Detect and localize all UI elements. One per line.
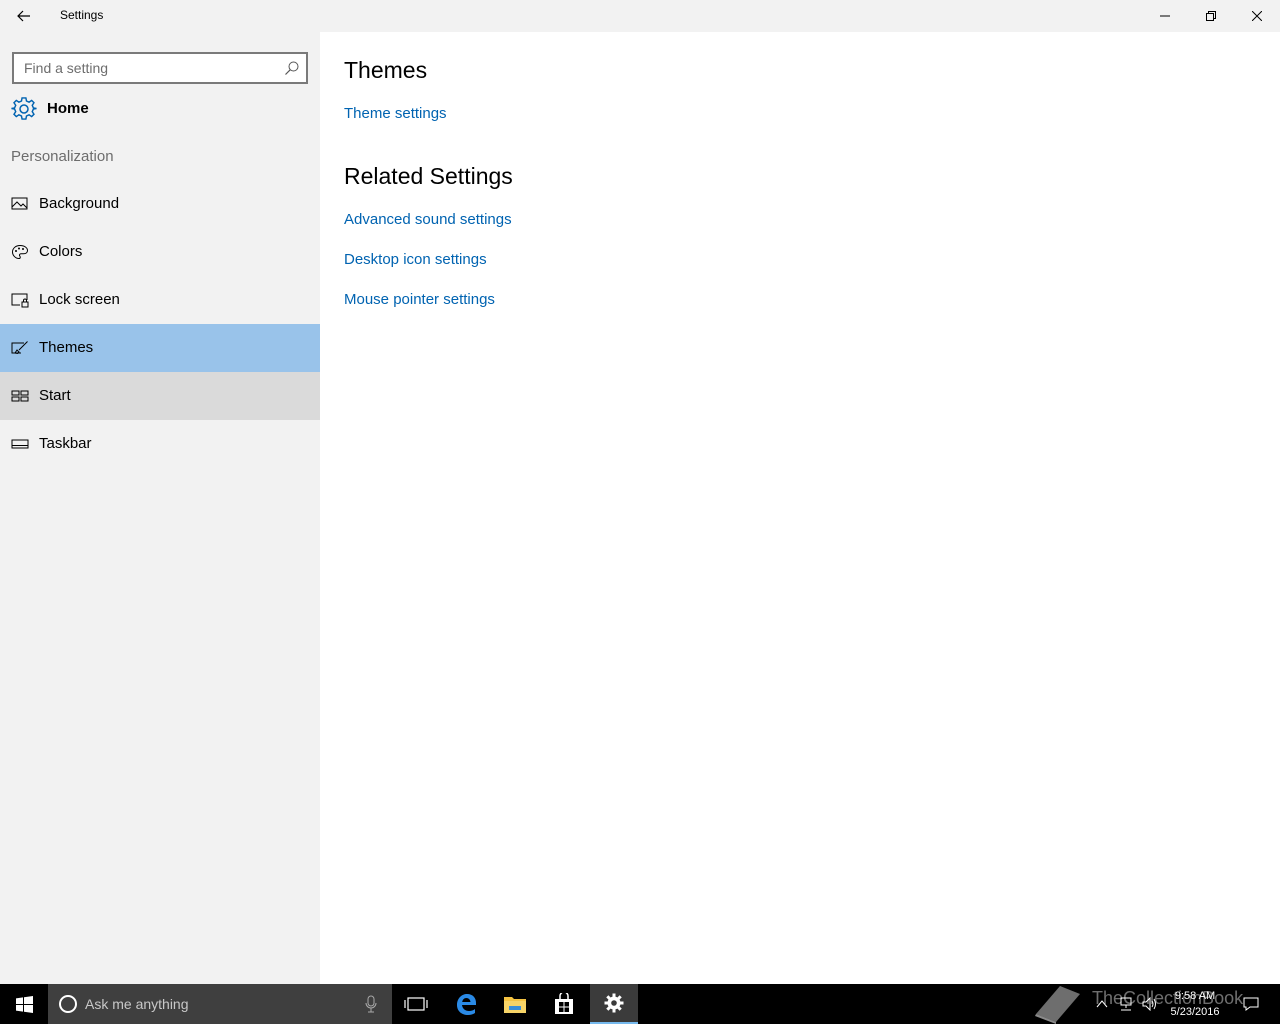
palette-icon — [11, 244, 29, 260]
theme-settings-link[interactable]: Theme settings — [344, 105, 447, 122]
clock[interactable]: 9:58 AM 5/23/2016 — [1158, 988, 1232, 1020]
store-icon — [555, 993, 573, 1014]
show-hidden-icons-button[interactable] — [1092, 984, 1112, 1024]
sidebar-item-background[interactable]: Background — [0, 180, 320, 228]
sidebar: Home Personalization Background Colors L… — [0, 32, 320, 984]
sidebar-item-label: Lock screen — [39, 291, 120, 308]
maximize-icon — [1206, 11, 1216, 21]
restore-button[interactable] — [1188, 0, 1234, 32]
edge-icon — [457, 994, 476, 1015]
task-view-button[interactable] — [392, 984, 440, 1024]
chevron-up-icon — [1096, 1000, 1108, 1008]
file-explorer-icon — [504, 997, 526, 1013]
sidebar-item-themes[interactable]: Themes — [0, 324, 320, 372]
store-button[interactable] — [540, 984, 588, 1024]
taskbar-icon — [11, 439, 29, 449]
task-view-icon — [404, 997, 428, 1011]
main-content: Themes Theme settings Related Settings A… — [320, 32, 1280, 984]
settings-icon — [604, 993, 624, 1013]
related-settings-heading: Related Settings — [344, 163, 513, 189]
sidebar-item-start[interactable]: Start — [0, 372, 320, 420]
lock-screen-icon — [11, 293, 29, 308]
settings-taskbar-button[interactable] — [590, 984, 638, 1024]
gear-icon — [11, 97, 37, 120]
section-title: Personalization — [11, 148, 114, 165]
notification-icon — [1243, 997, 1259, 1011]
start-tiles-icon — [11, 390, 29, 402]
network-icon — [1120, 997, 1132, 1011]
sidebar-item-label: Themes — [39, 339, 94, 356]
search-icon[interactable] — [284, 60, 300, 76]
sidebar-item-taskbar[interactable]: Taskbar — [0, 420, 320, 468]
volume-icon — [1142, 997, 1156, 1011]
desktop-icon-settings-link[interactable]: Desktop icon settings — [344, 251, 487, 268]
sidebar-item-label: Background — [39, 195, 120, 212]
window-title: Settings — [60, 8, 104, 22]
close-icon — [1252, 11, 1262, 21]
action-center-button[interactable] — [1238, 984, 1264, 1024]
file-explorer-button[interactable] — [491, 984, 539, 1024]
mouse-pointer-settings-link[interactable]: Mouse pointer settings — [344, 291, 495, 308]
clock-time: 9:58 AM — [1174, 990, 1216, 1002]
sidebar-item-lock-screen[interactable]: Lock screen — [0, 276, 320, 324]
home-link[interactable]: Home — [0, 90, 320, 130]
windows-logo-icon — [15, 995, 33, 1013]
search-input[interactable] — [14, 54, 276, 82]
taskbar: Ask me anything TheCollectionBook 9:58 A… — [0, 984, 1280, 1024]
sidebar-item-label: Start — [39, 387, 71, 404]
close-button[interactable] — [1234, 0, 1280, 32]
title-bar: Settings — [0, 0, 1280, 32]
microphone-icon[interactable] — [364, 995, 378, 1013]
back-button[interactable] — [0, 0, 48, 32]
sidebar-item-label: Taskbar — [39, 435, 92, 452]
themes-heading: Themes — [344, 57, 428, 83]
sidebar-item-colors[interactable]: Colors — [0, 228, 320, 276]
cortana-search-placeholder: Ask me anything — [85, 996, 189, 1012]
sidebar-item-label: Colors — [39, 243, 83, 260]
themes-brush-icon — [11, 341, 28, 355]
minimize-icon — [1160, 15, 1170, 17]
network-button[interactable] — [1115, 984, 1137, 1024]
minimize-button[interactable] — [1142, 0, 1188, 32]
advanced-sound-settings-link[interactable]: Advanced sound settings — [344, 211, 512, 228]
back-arrow-icon — [17, 10, 30, 22]
search-box[interactable] — [12, 52, 308, 84]
picture-icon — [11, 197, 28, 210]
clock-date: 5/23/2016 — [1170, 1006, 1220, 1018]
cortana-icon — [59, 995, 77, 1013]
start-button[interactable] — [0, 984, 48, 1024]
home-label: Home — [47, 100, 89, 117]
book-icon — [1035, 986, 1080, 1024]
cortana-search-box[interactable]: Ask me anything — [48, 984, 392, 1024]
edge-button[interactable] — [442, 984, 490, 1024]
